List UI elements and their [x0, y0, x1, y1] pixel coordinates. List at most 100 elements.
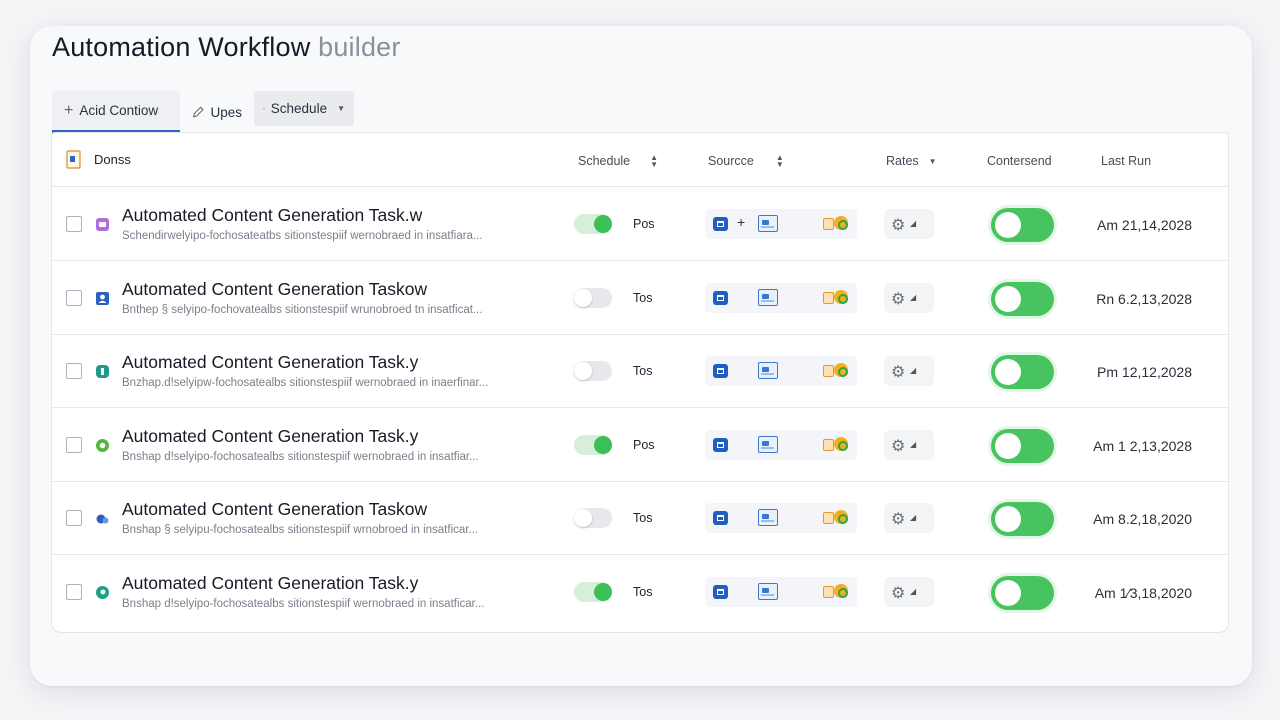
toggle-knob [574, 509, 592, 527]
calendar-icon [263, 107, 265, 110]
table-row[interactable]: Automated Content Generation Task.y Bnzha… [52, 334, 1228, 408]
contersend-toggle[interactable] [991, 576, 1054, 610]
table-row[interactable]: Automated Content Generation Task.w Schen… [52, 187, 1228, 261]
schedule-toggle[interactable] [574, 582, 612, 602]
task-description: Bnshap § selyipu-fochosatealbs sitionste… [122, 524, 479, 536]
table-row[interactable]: Automated Content Generation Task.y Bnsha… [52, 408, 1228, 482]
table-row[interactable]: Automated Content Generation Taskow Bnsha… [52, 481, 1228, 555]
task-name[interactable]: Automated Content Generation Taskow [122, 279, 427, 300]
schedule-toggle[interactable] [574, 214, 612, 234]
source-group: + [705, 209, 857, 239]
last-run: Rn 6.2,13,2028 [1096, 291, 1192, 307]
row-checkbox[interactable] [66, 290, 82, 306]
schedule-status: Tos [633, 511, 653, 525]
col-source-header[interactable]: Sourcce ▲ ▼ [708, 153, 784, 169]
calendar-source-icon[interactable] [713, 364, 728, 378]
task-description: Bnshap d!selyipo-fochosatealbs sitionste… [122, 598, 485, 610]
schedule-toggle[interactable] [574, 288, 612, 308]
integration-icon[interactable] [823, 435, 853, 453]
rates-settings-button[interactable]: ⚙ ◢ [884, 430, 934, 460]
teal-circle-icon [95, 585, 110, 600]
toggle-knob [995, 212, 1021, 238]
row-checkbox[interactable] [66, 510, 82, 526]
calendar-source-icon[interactable] [713, 291, 728, 305]
integration-icon[interactable] [823, 582, 853, 600]
rates-settings-button[interactable]: ⚙ ◢ [884, 356, 934, 386]
integration-icon[interactable] [823, 508, 853, 526]
schedule-status: Tos [633, 291, 653, 305]
calendar-source-icon[interactable] [713, 217, 728, 231]
purple-square-icon [95, 217, 110, 232]
row-checkbox[interactable] [66, 437, 82, 453]
last-run: Am 1⁄3,18,2020 [1094, 585, 1192, 601]
contersend-toggle[interactable] [991, 355, 1054, 389]
table-header: Donss Schedule ▲ ▼ Sourcce ▲ ▼ Rates ▼ Con… [52, 133, 1228, 187]
document-source-icon[interactable] [758, 583, 778, 600]
rates-settings-button[interactable]: ⚙ ◢ [884, 503, 934, 533]
plus-icon: + [64, 101, 74, 119]
contersend-toggle[interactable] [991, 282, 1054, 316]
blue-cloud-icon [95, 511, 110, 526]
calendar-source-icon[interactable] [713, 511, 728, 525]
integration-icon[interactable] [823, 288, 853, 306]
rates-settings-button[interactable]: ⚙ ◢ [884, 577, 934, 607]
toggle-knob [995, 580, 1021, 606]
chevron-down-icon: ▼ [928, 156, 937, 166]
contersend-toggle[interactable] [991, 429, 1054, 463]
integration-icon[interactable] [823, 214, 853, 232]
arrow-icon: ◢ [910, 587, 917, 596]
col-rates-header[interactable]: Rates ▼ [886, 154, 937, 168]
source-group [705, 283, 857, 313]
toggle-knob [574, 362, 592, 380]
table-row[interactable]: Automated Content Generation Task.y Bnsha… [52, 555, 1228, 629]
rates-settings-button[interactable]: ⚙ ◢ [884, 283, 934, 313]
sort-icon: ▲ ▼ [775, 153, 784, 169]
plus-icon[interactable]: + [737, 214, 745, 230]
toggle-knob [594, 215, 612, 233]
document-source-icon[interactable] [758, 436, 778, 453]
col-lastrun-header[interactable]: Last Run [1101, 154, 1151, 168]
schedule-toggle[interactable] [574, 361, 612, 381]
col-schedule-header[interactable]: Schedule ▲ ▼ [578, 154, 658, 169]
document-source-icon[interactable] [758, 289, 778, 306]
last-run: Am 21,14,2028 [1097, 217, 1192, 233]
schedule-status: Tos [633, 585, 653, 599]
chevron-down-icon: ▼ [337, 104, 345, 113]
table-row[interactable]: Automated Content Generation Taskow Bnthe… [52, 261, 1228, 335]
contersend-toggle[interactable] [991, 502, 1054, 536]
toggle-knob [995, 286, 1021, 312]
arrow-icon: ◢ [910, 440, 917, 449]
document-source-icon[interactable] [758, 509, 778, 526]
task-name[interactable]: Automated Content Generation Task.y [122, 352, 418, 373]
schedule-dropdown[interactable]: Schedule ▼ [254, 91, 354, 126]
row-checkbox[interactable] [66, 216, 82, 232]
col-name-header[interactable]: Donss [66, 150, 131, 169]
calendar-source-icon[interactable] [713, 585, 728, 599]
toggle-knob [594, 583, 612, 601]
col-schedule-label: Schedule [578, 154, 631, 168]
contersend-toggle[interactable] [991, 208, 1054, 242]
upes-tab[interactable]: Upes [180, 91, 254, 133]
schedule-toggle[interactable] [574, 508, 612, 528]
toggle-knob [995, 433, 1021, 459]
col-contersend-header[interactable]: Contersend [987, 154, 1052, 168]
schedule-toggle[interactable] [574, 435, 612, 455]
last-run: Pm 12,12,2028 [1097, 364, 1192, 380]
task-name[interactable]: Automated Content Generation Task.y [122, 426, 418, 447]
document-source-icon[interactable] [758, 362, 778, 379]
rates-settings-button[interactable]: ⚙ ◢ [884, 209, 934, 239]
col-contersend-label: Contersend [987, 154, 1052, 168]
task-name[interactable]: Automated Content Generation Task.w [122, 205, 422, 226]
calendar-source-icon[interactable] [713, 438, 728, 452]
arrow-icon: ◢ [910, 366, 917, 375]
toggle-knob [995, 506, 1021, 532]
task-name[interactable]: Automated Content Generation Taskow [122, 499, 427, 520]
row-checkbox[interactable] [66, 363, 82, 379]
arrow-icon: ◢ [910, 219, 917, 228]
task-name[interactable]: Automated Content Generation Task.y [122, 573, 418, 594]
integration-icon[interactable] [823, 361, 853, 379]
row-checkbox[interactable] [66, 584, 82, 600]
add-condition-tab[interactable]: + Acid Contiow [52, 91, 180, 133]
toggle-knob [574, 289, 592, 307]
document-source-icon[interactable] [758, 215, 778, 232]
